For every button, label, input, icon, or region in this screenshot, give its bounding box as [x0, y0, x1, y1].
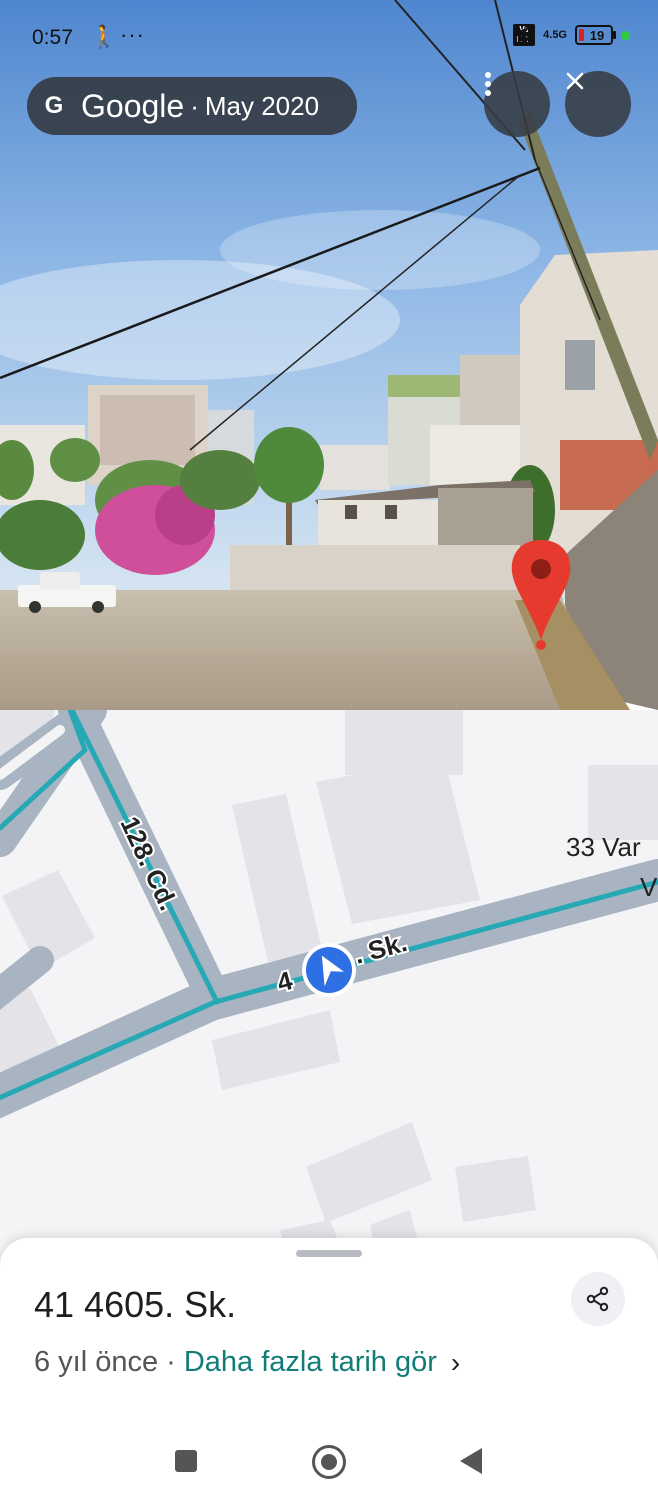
recent-apps-icon[interactable] [175, 1450, 197, 1472]
map-view[interactable]: 128. Cd. 4 . Sk. 33 Var V [0, 710, 658, 1270]
share-button[interactable] [571, 1272, 625, 1326]
pill-separator: · [190, 90, 199, 121]
more-dates-link[interactable]: Daha fazla tarih gör [184, 1346, 437, 1379]
close-icon [566, 72, 584, 90]
close-button[interactable] [565, 71, 631, 137]
imagery-source-pill[interactable]: G Google · May 2020 [27, 77, 357, 135]
share-icon [586, 1286, 609, 1312]
place-title: 41 4605. Sk. [34, 1284, 237, 1325]
status-icons: Vo LTE 4.5G 19 [513, 24, 630, 46]
more-dots-icon: ··· [120, 22, 145, 47]
network-type: 4.5G [543, 29, 567, 41]
battery-level: 19 [589, 27, 605, 43]
system-nav-bar [0, 1430, 658, 1500]
brand-label: Google [81, 87, 185, 124]
imagery-age-row: 6 yıl önce · Daha fazla tarih gör › [34, 1346, 460, 1379]
chevron-right-icon[interactable]: › [451, 1347, 460, 1379]
battery-icon: 19 [575, 25, 616, 45]
map-canvas: 128. Cd. 4 . Sk. 33 Var V [0, 710, 658, 1270]
walk-icon: 🚶 [90, 24, 118, 49]
back-icon[interactable] [460, 1448, 482, 1474]
more-vert-icon [485, 72, 491, 96]
street-view-image[interactable]: 0:57 🚶 ··· Vo LTE 4.5G 19 G Google · May… [0, 0, 658, 710]
google-g-icon: G [44, 92, 64, 119]
status-time: 0:57 [32, 26, 73, 49]
place-label-v: V [640, 872, 658, 902]
signal-icon [513, 25, 532, 42]
imagery-date: May 2020 [204, 90, 320, 121]
drag-handle[interactable] [296, 1250, 362, 1257]
user-location-marker [302, 943, 356, 997]
place-label-33-var: 33 Var [566, 832, 641, 862]
home-icon[interactable] [312, 1445, 346, 1479]
status-bar: 0:57 🚶 ··· Vo LTE 4.5G 19 [0, 0, 658, 78]
privacy-indicator [621, 30, 630, 40]
subline-separator: · [166, 1346, 176, 1378]
more-options-button[interactable] [484, 71, 550, 137]
imagery-age: 6 yıl önce [34, 1346, 159, 1378]
